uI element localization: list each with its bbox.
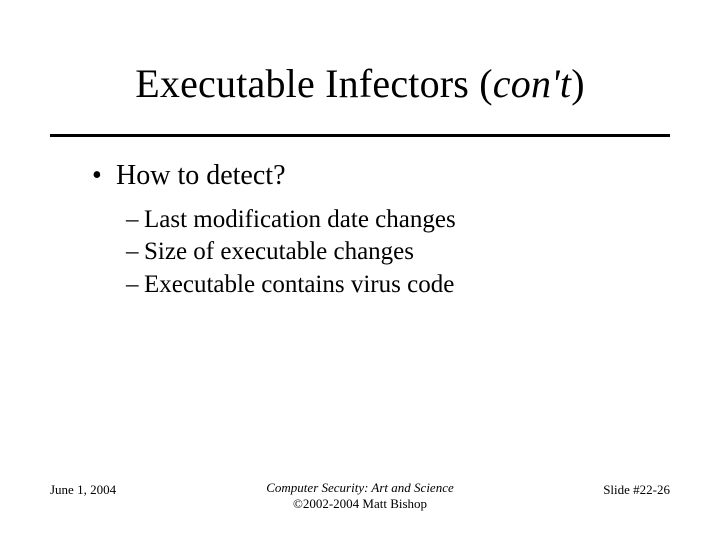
sub-bullet-group: Last modification date changes Size of e… xyxy=(126,204,660,302)
title-rule xyxy=(50,134,670,137)
slide-body: How to detect? Last modification date ch… xyxy=(92,158,660,301)
sub-bullet-text: Executable contains virus code xyxy=(144,271,454,298)
footer-center: Computer Security: Art and Science ©2002… xyxy=(50,480,670,513)
footer-copyright: ©2002-2004 Matt Bishop xyxy=(293,496,427,511)
slide: Executable Infectors (con't) How to dete… xyxy=(0,0,720,540)
sub-bullet-text: Last modification date changes xyxy=(144,206,456,233)
sub-bullet: Executable contains virus code xyxy=(126,269,660,302)
sub-bullet-text: Size of executable changes xyxy=(144,238,414,265)
footer-book-title: Computer Security: Art and Science xyxy=(266,480,454,495)
title-tail: ) xyxy=(571,61,585,106)
footer-slide-number: Slide #22-26 xyxy=(603,482,670,498)
sub-bullet: Size of executable changes xyxy=(126,236,660,269)
title-main: Executable Infectors ( xyxy=(135,61,493,106)
sub-bullet: Last modification date changes xyxy=(126,204,660,237)
title-italic: con't xyxy=(493,61,571,106)
slide-footer: June 1, 2004 Computer Security: Art and … xyxy=(50,472,670,512)
bullet-level1: How to detect? xyxy=(92,158,660,194)
slide-title: Executable Infectors (con't) xyxy=(0,60,720,107)
bullet1-text: How to detect? xyxy=(116,160,286,191)
